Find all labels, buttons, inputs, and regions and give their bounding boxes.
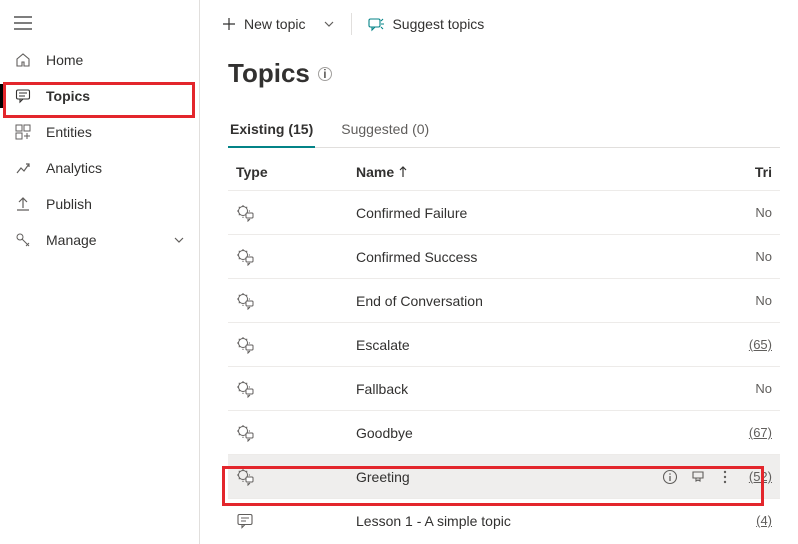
row-name[interactable]: Goodbye	[356, 425, 413, 441]
sidebar-item-manage[interactable]: Manage	[0, 222, 199, 258]
row-trigger[interactable]: (65)	[738, 337, 772, 352]
tab-existing[interactable]: Existing (15)	[228, 115, 315, 147]
row-name[interactable]: Escalate	[356, 337, 410, 353]
home-icon	[14, 52, 32, 68]
table-row[interactable]: Confirmed Failure No	[228, 190, 780, 234]
row-name[interactable]: Greeting	[356, 469, 410, 485]
sidebar-item-entities[interactable]: Entities	[0, 114, 199, 150]
sidebar-item-topics[interactable]: Topics	[0, 78, 199, 114]
system-topic-icon	[236, 248, 356, 266]
user-topic-icon	[236, 512, 356, 530]
suggest-topics-label: Suggest topics	[392, 16, 484, 32]
table-row[interactable]: Lesson 1 - A simple topic (4)	[228, 498, 780, 542]
details-icon[interactable]	[662, 469, 678, 485]
row-name[interactable]: End of Conversation	[356, 293, 483, 309]
table-row[interactable]: Confirmed Success No	[228, 234, 780, 278]
page-title: Topics i	[228, 58, 780, 89]
column-type[interactable]: Type	[236, 164, 356, 180]
entities-icon	[14, 124, 32, 140]
sidebar-item-label: Manage	[46, 232, 97, 248]
row-trigger[interactable]: (67)	[738, 425, 772, 440]
row-trigger: No	[738, 249, 772, 264]
row-trigger: No	[738, 381, 772, 396]
test-bot-icon[interactable]	[690, 469, 706, 485]
system-topic-icon	[236, 380, 356, 398]
sidebar-item-analytics[interactable]: Analytics	[0, 150, 199, 186]
row-name[interactable]: Confirmed Failure	[356, 205, 467, 221]
column-name[interactable]: Name	[356, 164, 738, 180]
row-name[interactable]: Fallback	[356, 381, 408, 397]
manage-icon	[14, 232, 32, 248]
sidebar-item-label: Analytics	[46, 160, 102, 176]
row-trigger[interactable]: (4)	[738, 513, 772, 528]
row-trigger: No	[738, 205, 772, 220]
chevron-down-icon	[323, 18, 335, 30]
sidebar-item-home[interactable]: Home	[0, 42, 199, 78]
sidebar-item-label: Home	[46, 52, 83, 68]
new-topic-button[interactable]: New topic	[216, 12, 311, 36]
topics-icon	[14, 88, 32, 104]
row-trigger[interactable]: (52)	[738, 469, 772, 484]
system-topic-icon	[236, 468, 356, 486]
hamburger-menu[interactable]	[0, 10, 199, 42]
suggest-icon	[368, 16, 384, 32]
command-divider	[351, 13, 352, 35]
table-row[interactable]: Fallback No	[228, 366, 780, 410]
sidebar-item-label: Entities	[46, 124, 92, 140]
table-header: Type Name Tri	[228, 148, 780, 190]
sidebar-item-label: Publish	[46, 196, 92, 212]
system-topic-icon	[236, 336, 356, 354]
chevron-down-icon	[173, 234, 185, 246]
sidebar-item-label: Topics	[46, 88, 90, 104]
plus-icon	[222, 17, 236, 31]
new-topic-label: New topic	[244, 16, 305, 32]
table-row[interactable]: Greeting (52)	[228, 454, 780, 498]
column-trigger[interactable]: Tri	[738, 164, 772, 180]
tab-suggested[interactable]: Suggested (0)	[339, 115, 431, 147]
system-topic-icon	[236, 424, 356, 442]
info-icon[interactable]: i	[318, 67, 332, 81]
hamburger-icon	[14, 16, 32, 30]
system-topic-icon	[236, 292, 356, 310]
publish-icon	[14, 196, 32, 212]
table-row[interactable]: End of Conversation No	[228, 278, 780, 322]
system-topic-icon	[236, 204, 356, 222]
more-icon[interactable]	[718, 469, 732, 485]
table-row[interactable]: Goodbye (67)	[228, 410, 780, 454]
analytics-icon	[14, 160, 32, 176]
row-name[interactable]: Confirmed Success	[356, 249, 477, 265]
row-name[interactable]: Lesson 1 - A simple topic	[356, 513, 511, 529]
new-topic-dropdown[interactable]	[317, 16, 341, 32]
sort-asc-icon	[398, 166, 408, 178]
row-trigger: No	[738, 293, 772, 308]
suggest-topics-button[interactable]: Suggest topics	[362, 12, 490, 36]
sidebar-item-publish[interactable]: Publish	[0, 186, 199, 222]
table-row[interactable]: Escalate (65)	[228, 322, 780, 366]
